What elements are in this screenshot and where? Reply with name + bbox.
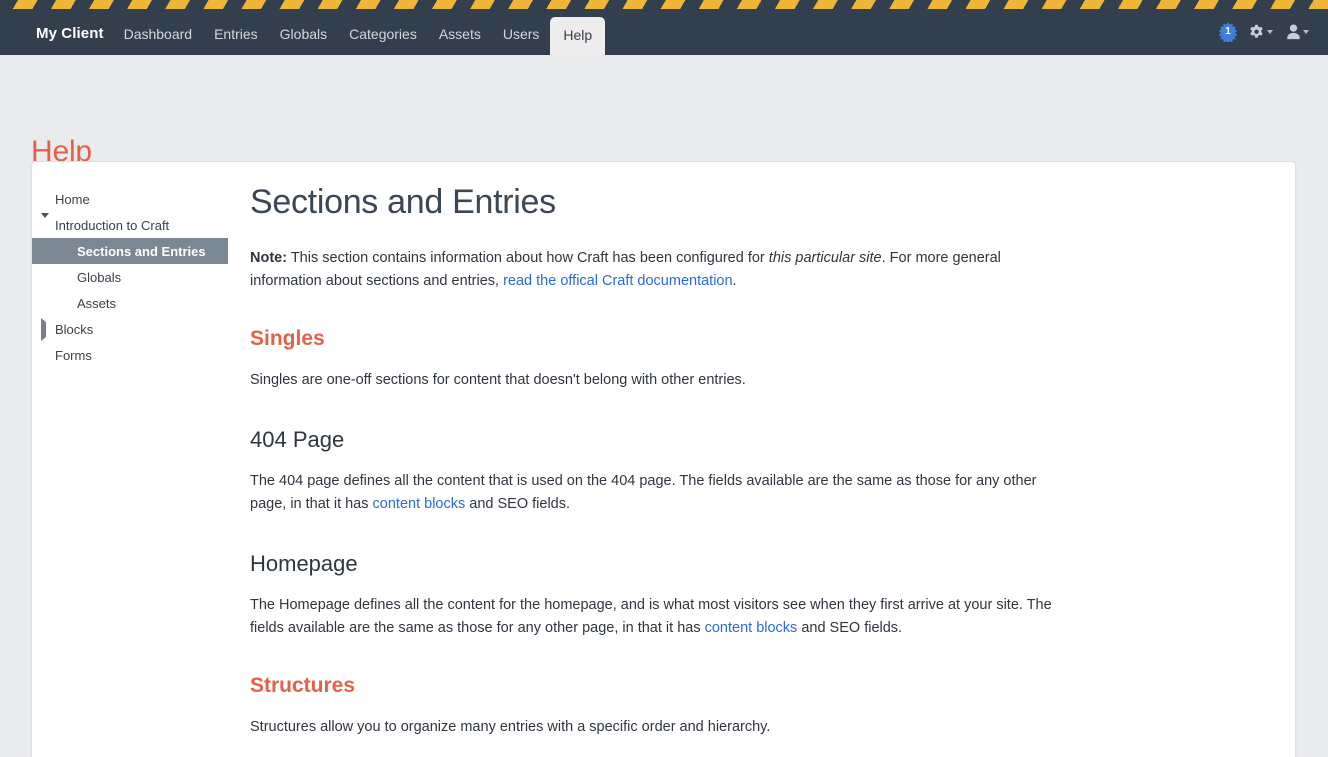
note-emphasis: this particular site: [768, 250, 882, 267]
structures-intro-paragraph: Structures allow you to organize many en…: [250, 719, 771, 736]
craft-documentation-link[interactable]: read the offical Craft documentation: [503, 273, 732, 289]
gear-icon: [1250, 24, 1263, 38]
singles-intro-paragraph: Singles are one-off sections for content…: [250, 372, 746, 389]
homepage-text-1: The Homepage defines all the content for…: [250, 597, 1052, 637]
notification-count: 1: [1225, 26, 1231, 37]
section-heading-structures: Structures: [250, 674, 356, 698]
note-paragraph: Note: This section contains information …: [250, 247, 1070, 293]
sidebar-item-forms[interactable]: Forms: [32, 342, 228, 368]
settings-menu-button[interactable]: [1245, 24, 1276, 41]
page-title: Help: [31, 135, 92, 168]
document-title: Sections and Entries: [250, 183, 556, 221]
nav-item-help[interactable]: Help: [550, 17, 606, 55]
nav-item-entries[interactable]: Entries: [203, 27, 269, 55]
nav-item-users[interactable]: Users: [492, 27, 551, 55]
account-menu-button[interactable]: [1283, 24, 1312, 40]
starburst-badge-icon[interactable]: 1: [1218, 22, 1238, 42]
brand-link[interactable]: My Client: [27, 26, 113, 55]
note-label: Note:: [250, 250, 288, 267]
sidebar-item-introduction-to-craft[interactable]: Introduction to Craft: [32, 212, 228, 238]
twisty-right-icon[interactable]: [41, 317, 51, 341]
sidebar-item-blocks[interactable]: Blocks: [32, 316, 228, 342]
header-actions: 1: [1218, 22, 1328, 55]
sidebar-item-label: Introduction to Craft: [55, 217, 170, 233]
nav-item-dashboard[interactable]: Dashboard: [113, 27, 204, 55]
content-blocks-link[interactable]: content blocks: [705, 620, 798, 636]
sidebar-item-sections-and-entries[interactable]: Sections and Entries: [32, 238, 228, 264]
nav-item-globals[interactable]: Globals: [269, 27, 338, 55]
homepage-text-2: and SEO fields.: [797, 620, 903, 637]
help-sidebar: Home Introduction to Craft Sections and …: [32, 162, 228, 757]
global-header: My Client Dashboard Entries Globals Cate…: [0, 0, 1328, 55]
homepage-paragraph: The Homepage defines all the content for…: [250, 594, 1070, 640]
sidebar-item-home[interactable]: Home: [32, 186, 228, 212]
twisty-down-icon[interactable]: [41, 212, 51, 233]
nav-item-assets[interactable]: Assets: [428, 27, 492, 55]
404-text-2: and SEO fields.: [465, 496, 571, 513]
primary-nav: My Client Dashboard Entries Globals Cate…: [27, 9, 606, 55]
sidebar-item-label: Forms: [55, 347, 92, 363]
sidebar-item-assets[interactable]: Assets: [32, 290, 228, 316]
subsection-heading-404-page: 404 Page: [250, 427, 345, 453]
sidebar-item-globals[interactable]: Globals: [32, 264, 228, 290]
section-heading-singles: Singles: [250, 327, 325, 351]
sidebar-item-label: Home: [55, 191, 90, 207]
chevron-down-icon: [1303, 30, 1309, 34]
content-card: Home Introduction to Craft Sections and …: [31, 161, 1296, 757]
user-icon: [1287, 24, 1300, 40]
sidebar-item-label: Blocks: [55, 321, 94, 337]
help-document: Sections and Entries Note: This section …: [228, 162, 1295, 757]
note-text-1: This section contains information about …: [287, 250, 769, 267]
content-blocks-link[interactable]: content blocks: [373, 496, 466, 512]
caution-stripe-decoration: [0, 0, 1328, 9]
note-text-3: .: [732, 273, 737, 290]
404-text-1: The 404 page defines all the content tha…: [250, 473, 1037, 513]
nav-item-categories[interactable]: Categories: [338, 27, 428, 55]
sidebar-item-label: Globals: [77, 269, 122, 285]
sidebar-item-label: Sections and Entries: [77, 243, 206, 259]
subsection-heading-homepage: Homepage: [250, 551, 358, 577]
sidebar-item-label: Assets: [77, 295, 117, 311]
404-page-paragraph: The 404 page defines all the content tha…: [250, 470, 1070, 516]
chevron-down-icon: [1267, 30, 1273, 34]
